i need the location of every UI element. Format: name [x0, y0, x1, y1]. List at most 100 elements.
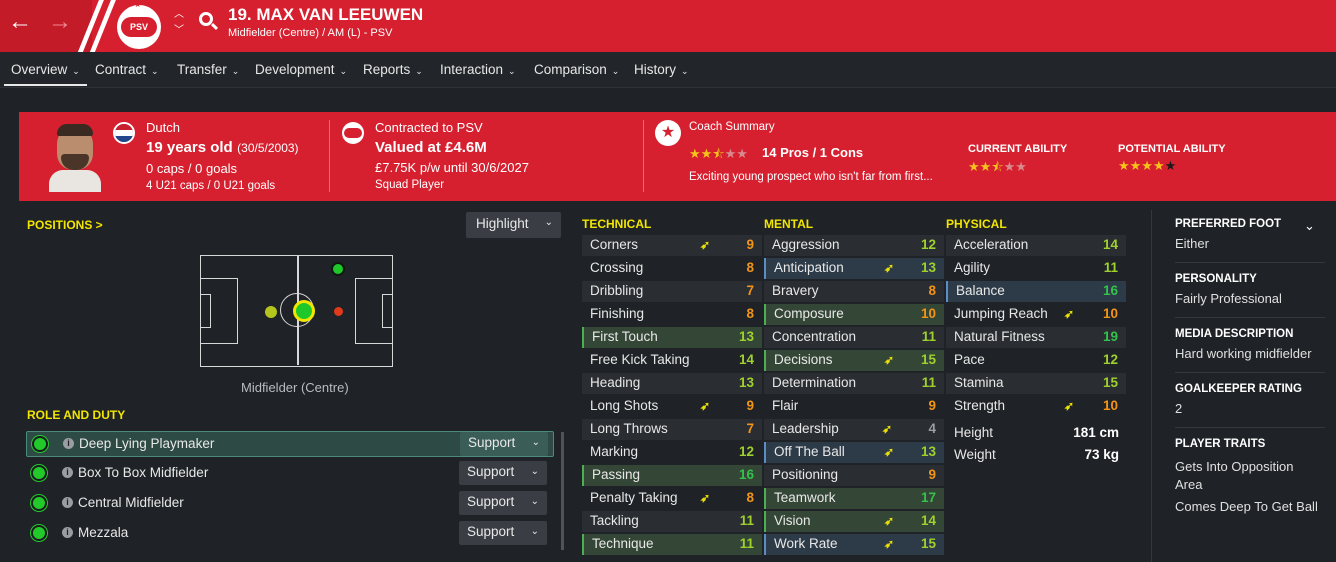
tab-transfer[interactable]: Transfer ⌄ [177, 62, 239, 77]
chevron-down-icon[interactable]: ⌄ [1304, 218, 1315, 234]
attribute-row[interactable]: Natural Fitness 19 [946, 327, 1126, 348]
coach-summary-text[interactable]: Exciting young prospect who isn't far fr… [689, 171, 933, 183]
attribute-row[interactable]: Crossing 8 [582, 258, 762, 279]
tab-reports[interactable]: Reports ⌄ [363, 62, 423, 77]
attribute-name: Composure [774, 306, 844, 321]
info-icon[interactable]: i [62, 497, 73, 508]
attribute-value: 8 [746, 306, 754, 321]
positions-title[interactable]: POSITIONS > [27, 218, 103, 232]
attribute-name: First Touch [592, 329, 658, 344]
attribute-row[interactable]: Agility 11 [946, 258, 1126, 279]
attribute-row[interactable]: Decisions ➶ 15 [764, 350, 944, 371]
duty-dropdown[interactable]: Support ⌄ [460, 432, 548, 456]
role-duty-title: ROLE AND DUTY [27, 408, 126, 422]
club-logo[interactable]: PSV [117, 5, 161, 49]
duty-dropdown[interactable]: Support ⌄ [459, 491, 547, 515]
tab-overview[interactable]: Overview ⌄ [11, 62, 80, 77]
search-icon[interactable] [199, 12, 213, 26]
tab-history[interactable]: History ⌄ [634, 62, 689, 77]
trait-line[interactable]: Comes Deep To Get Ball [1175, 499, 1318, 514]
attribute-name: Long Shots [590, 398, 659, 413]
contracted-to: Contracted to PSV [375, 120, 483, 135]
attribute-row[interactable]: Long Shots ➶ 9 [582, 396, 762, 417]
attribute-row[interactable]: Free Kick Taking 14 [582, 350, 762, 371]
attribute-trend-arrow-icon: ➶ [1064, 307, 1075, 321]
star-icon: ★ [655, 120, 681, 146]
attribute-value: 11 [739, 513, 754, 528]
chevron-up-icon[interactable]: ︿ [174, 10, 184, 20]
attribute-row[interactable]: Bravery 8 [764, 281, 944, 302]
attribute-trend-arrow-icon: ➶ [700, 238, 711, 252]
attribute-row[interactable]: Technique 11 [582, 534, 762, 555]
attribute-row[interactable]: Marking 12 [582, 442, 762, 463]
tab-contract[interactable]: Contract ⌄ [95, 62, 159, 77]
attribute-row[interactable]: Acceleration 14 [946, 235, 1126, 256]
role-row[interactable]: i Central Midfielder Support ⌄ [26, 491, 554, 517]
attribute-row[interactable]: Jumping Reach ➶ 10 [946, 304, 1126, 325]
player-summary-banner: Dutch 19 years old (30/5/2003) 0 caps / … [19, 112, 1336, 201]
attribute-row[interactable]: Determination 11 [764, 373, 944, 394]
attribute-row[interactable]: Work Rate ➶ 15 [764, 534, 944, 555]
chevron-down-icon: ⌄ [544, 217, 553, 228]
info-icon[interactable]: i [62, 527, 73, 538]
attribute-row[interactable]: Concentration 11 [764, 327, 944, 348]
attribute-row[interactable]: Flair 9 [764, 396, 944, 417]
attribute-value: 12 [920, 237, 936, 252]
attribute-row[interactable]: Stamina 15 [946, 373, 1126, 394]
pros-cons: 14 Pros / 1 Cons [762, 145, 864, 160]
highlight-dropdown[interactable]: Highlight ⌄ [466, 212, 561, 238]
attribute-name: Penalty Taking [590, 490, 678, 505]
attribute-row[interactable]: Vision ➶ 14 [764, 511, 944, 532]
attribute-row[interactable]: Teamwork 17 [764, 488, 944, 509]
trait-line[interactable]: Gets Into Opposition [1175, 459, 1294, 474]
position-dot-aml[interactable] [331, 262, 345, 276]
role-row[interactable]: i Box To Box Midfielder Support ⌄ [26, 461, 554, 487]
tab-interaction[interactable]: Interaction ⌄ [440, 62, 516, 77]
attribute-row[interactable]: Long Throws 7 [582, 419, 762, 440]
player-avatar[interactable] [49, 124, 101, 192]
attribute-row[interactable]: Passing 16 [582, 465, 762, 486]
attribute-row[interactable]: Dribbling 7 [582, 281, 762, 302]
attribute-row[interactable]: Corners ➶ 9 [582, 235, 762, 256]
duty-dropdown[interactable]: Support ⌄ [459, 461, 547, 485]
current-ability-label: CURRENT ABILITY [968, 143, 1068, 155]
forward-arrow-icon[interactable]: → [48, 10, 72, 34]
attribute-row[interactable]: Anticipation ➶ 13 [764, 258, 944, 279]
attribute-row[interactable]: Composure 10 [764, 304, 944, 325]
attribute-row[interactable]: Aggression 12 [764, 235, 944, 256]
divider [1175, 427, 1325, 428]
attribute-value: 9 [746, 398, 754, 413]
attribute-trend-arrow-icon: ➶ [884, 537, 895, 551]
position-dot-dm[interactable] [265, 306, 277, 318]
chevron-down-icon: ⌄ [530, 496, 539, 507]
attribute-row[interactable]: Off The Ball ➶ 13 [764, 442, 944, 463]
tab-comparison[interactable]: Comparison ⌄ [534, 62, 619, 77]
duty-dropdown[interactable]: Support ⌄ [459, 521, 547, 545]
attribute-row[interactable]: Finishing 8 [582, 304, 762, 325]
chevron-down-icon[interactable]: ﹀ [174, 26, 184, 36]
attribute-name: Natural Fitness [954, 329, 1045, 344]
trait-line[interactable]: Area [1175, 477, 1202, 492]
attribute-row[interactable]: Balance 16 [946, 281, 1126, 302]
attribute-row[interactable]: Leadership ➶ 4 [764, 419, 944, 440]
attribute-row[interactable]: Tackling 11 [582, 511, 762, 532]
back-arrow-icon[interactable]: ← [8, 10, 32, 34]
attribute-row[interactable]: Positioning 9 [764, 465, 944, 486]
attribute-name: Jumping Reach [954, 306, 1048, 321]
info-icon[interactable]: i [62, 467, 73, 478]
attribute-row[interactable]: Strength ➶ 10 [946, 396, 1126, 417]
position-dot-am[interactable] [334, 307, 343, 316]
role-row[interactable]: i Mezzala Support ⌄ [26, 521, 554, 547]
role-row[interactable]: i Deep Lying Playmaker Support ⌄ [26, 431, 554, 457]
position-dot-mc[interactable] [293, 300, 315, 322]
attribute-name: Marking [590, 444, 639, 459]
attribute-row[interactable]: Penalty Taking ➶ 8 [582, 488, 762, 509]
attribute-row[interactable]: Pace 12 [946, 350, 1126, 371]
attribute-value: 13 [920, 444, 936, 459]
info-icon[interactable]: i [63, 438, 74, 449]
chevron-down-icon: ⌄ [531, 437, 540, 448]
attribute-row[interactable]: First Touch 13 [582, 327, 762, 348]
tab-development[interactable]: Development ⌄ [255, 62, 347, 77]
roles-scrollbar[interactable] [561, 432, 564, 550]
attribute-row[interactable]: Heading 13 [582, 373, 762, 394]
